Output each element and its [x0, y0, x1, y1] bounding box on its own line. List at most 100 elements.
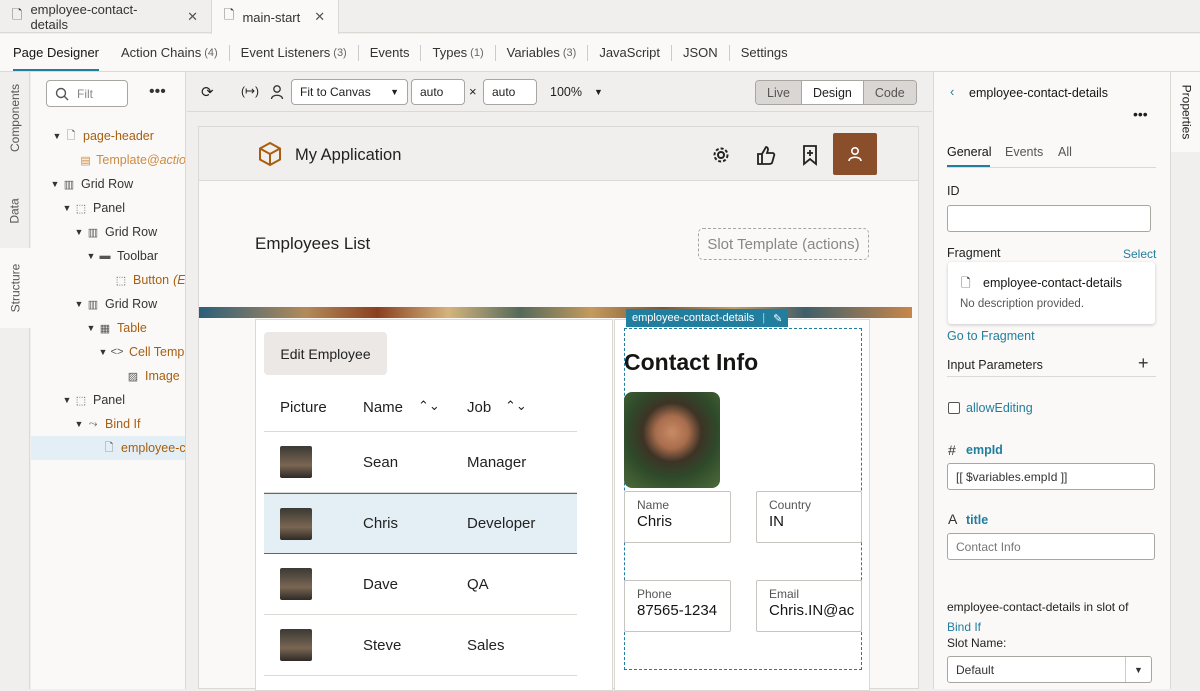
tab-events[interactable]: Events: [1005, 145, 1043, 159]
field-label: Name: [637, 498, 670, 512]
chevron-down-icon[interactable]: ▼: [51, 131, 63, 141]
add-icon[interactable]: +: [1138, 353, 1149, 374]
chevron-down-icon[interactable]: ▼: [61, 395, 73, 405]
tab-events[interactable]: Events: [359, 34, 421, 72]
chevron-down-icon[interactable]: ▼: [73, 419, 85, 429]
chevron-down-icon[interactable]: ▼: [73, 227, 85, 237]
vtab-components[interactable]: Components: [0, 72, 30, 164]
code-mode-button[interactable]: Code: [863, 81, 916, 104]
title-input[interactable]: Contact Info: [947, 533, 1155, 560]
tree-node-label: Table: [117, 321, 147, 335]
fragment-tag-label: employee-contact-details: [632, 312, 755, 324]
table-row[interactable]: Sean Manager: [264, 432, 577, 493]
tree-node-cell-template[interactable]: ▼ <> Cell Temp: [31, 340, 185, 364]
chevron-down-icon[interactable]: ▼: [49, 179, 61, 189]
tab-javascript[interactable]: JavaScript: [588, 34, 671, 72]
file-tab-employee-contact-details[interactable]: 🗋 employee-contact-details ✕: [0, 0, 210, 33]
table-icon: ▦: [99, 322, 111, 335]
tree-node-panel[interactable]: ▼ ⬚ Panel: [31, 388, 185, 412]
tree-node-template[interactable]: ▤ Template @actio: [31, 148, 185, 172]
go-to-fragment-link[interactable]: Go to Fragment: [947, 329, 1035, 343]
toolbar-icon: ▬: [99, 250, 111, 262]
chevron-down-icon[interactable]: ▼: [73, 299, 85, 309]
tab-types[interactable]: Types (1): [421, 34, 494, 72]
sort-icon[interactable]: ⌃⌄: [418, 398, 440, 414]
thumbs-up-icon[interactable]: [754, 144, 778, 166]
fragment-card[interactable]: 🗋 employee-contact-details No descriptio…: [948, 262, 1155, 324]
field-value: Chris: [637, 513, 673, 530]
chevron-down-icon[interactable]: ▼: [97, 347, 109, 357]
field-label: Country: [769, 498, 812, 512]
edit-employee-button[interactable]: Edit Employee: [264, 332, 387, 375]
tab-general[interactable]: General: [947, 145, 991, 159]
tree-node-button[interactable]: ⬚ Button (E: [31, 268, 185, 292]
allow-editing-checkbox[interactable]: [948, 402, 960, 414]
vtab-data[interactable]: Data: [0, 176, 30, 246]
column-header-job[interactable]: Job: [467, 399, 491, 416]
tree-node-panel[interactable]: ▼ ⬚ Panel: [31, 196, 185, 220]
close-icon[interactable]: ✕: [187, 9, 198, 25]
filter-input[interactable]: Filt: [46, 80, 128, 107]
tree-node-grid-row[interactable]: ▼ ▥ Grid Row: [31, 292, 185, 316]
select-link[interactable]: Select: [1123, 247, 1156, 261]
fragment-tag[interactable]: employee-contact-details | ✎: [626, 309, 789, 327]
fragment-name: employee-contact-details: [983, 276, 1122, 290]
variable-icon[interactable]: (↦): [241, 84, 259, 98]
tab-all[interactable]: All: [1058, 145, 1072, 159]
table-row[interactable]: Chris Developer: [264, 493, 577, 554]
sort-icon[interactable]: ⌃⌄: [505, 398, 527, 414]
fit-to-canvas-select[interactable]: Fit to Canvas ▼: [291, 79, 408, 105]
more-options-icon[interactable]: •••: [1133, 106, 1148, 122]
bind-if-link[interactable]: Bind If: [947, 620, 981, 634]
file-tab-bar: 🗋 employee-contact-details ✕ 🗋 main-star…: [0, 0, 1200, 34]
gear-icon[interactable]: [709, 144, 733, 166]
chevron-down-icon[interactable]: ▼: [85, 251, 97, 261]
vtab-structure[interactable]: Structure: [0, 248, 31, 328]
cell-name: Dave: [363, 575, 399, 593]
more-options-icon[interactable]: •••: [149, 83, 166, 101]
avatar[interactable]: [833, 133, 877, 175]
bookmark-add-icon[interactable]: [798, 144, 822, 166]
tree-node-grid-row[interactable]: ▼ ▥ Grid Row: [31, 220, 185, 244]
design-canvas: My Application Employees List Slot Templ…: [187, 113, 932, 691]
tab-variables[interactable]: Variables (3): [496, 34, 588, 72]
chevron-down-icon[interactable]: ▼: [61, 203, 73, 213]
width-input[interactable]: auto: [411, 79, 465, 105]
table-row[interactable]: Steve Sales: [264, 615, 577, 676]
tree-node-image[interactable]: ▨ Image: [31, 364, 185, 388]
chevron-down-icon[interactable]: ▼: [85, 323, 97, 333]
empid-input[interactable]: [[ $variables.empId ]]: [947, 463, 1155, 490]
tree-node-grid-row[interactable]: ▼ ▥ Grid Row: [31, 172, 185, 196]
tab-json[interactable]: JSON: [672, 34, 729, 72]
user-icon[interactable]: [270, 84, 284, 100]
zoom-select[interactable]: 100% ▼: [550, 85, 603, 99]
close-icon[interactable]: ✕: [314, 9, 325, 25]
tab-action-chains[interactable]: Action Chains (4): [110, 34, 229, 72]
refresh-icon[interactable]: ⟳: [201, 83, 214, 101]
tree-node-employee-contact[interactable]: 🗋 employee-c: [31, 436, 185, 460]
employee-photo: [280, 507, 312, 540]
properties-title: employee-contact-details: [969, 86, 1108, 100]
tab-label: JavaScript: [599, 45, 661, 60]
column-header-name[interactable]: Name: [363, 399, 403, 416]
height-input[interactable]: auto: [483, 79, 537, 105]
design-mode-button[interactable]: Design: [801, 81, 864, 104]
file-tab-main-start[interactable]: 🗋 main-start ✕: [211, 0, 339, 34]
pencil-icon[interactable]: ✎: [773, 312, 782, 325]
tree-node-bind-if[interactable]: ▼ ⤳ Bind If: [31, 412, 185, 436]
vtab-properties[interactable]: Properties: [1171, 72, 1200, 152]
tab-settings[interactable]: Settings: [730, 34, 799, 72]
cell-job: Manager: [467, 453, 527, 471]
tree-node-page-header[interactable]: ▼ 🗋 page-header: [31, 124, 185, 148]
live-mode-button[interactable]: Live: [756, 81, 802, 104]
tab-event-listeners[interactable]: Event Listeners (3): [230, 34, 358, 72]
tree-node-table[interactable]: ▼ ▦ Table: [31, 316, 185, 340]
fragment-description: No description provided.: [960, 298, 1085, 310]
table-row[interactable]: Dave QA: [264, 554, 577, 615]
slot-name-select[interactable]: Default ▼: [947, 656, 1152, 683]
tab-page-designer[interactable]: Page Designer: [13, 34, 110, 72]
back-chevron-icon[interactable]: ‹: [950, 84, 954, 99]
tree-node-toolbar[interactable]: ▼ ▬ Toolbar: [31, 244, 185, 268]
slot-template-placeholder[interactable]: Slot Template (actions): [698, 228, 869, 260]
id-input[interactable]: [947, 205, 1151, 232]
